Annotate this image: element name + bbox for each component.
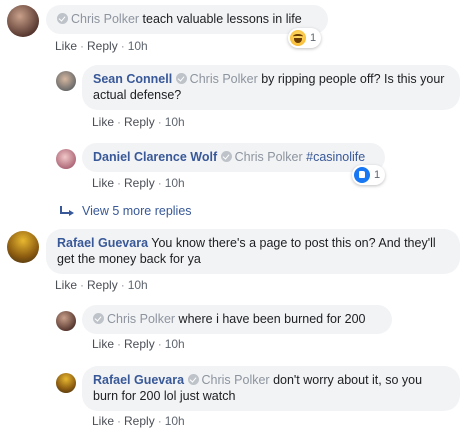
comment-actions: Like · Reply · 10h (55, 39, 148, 53)
tag-icon (220, 151, 232, 162)
tag-icon (93, 313, 104, 324)
separator: · (157, 115, 162, 129)
comment-bubble: Chris Polker where i have been burned fo… (82, 305, 392, 334)
like-link[interactable]: Like (92, 414, 114, 428)
like-link[interactable]: Like (55, 39, 77, 53)
mention-link[interactable]: Chris Polker (107, 312, 175, 326)
timestamp[interactable]: 10h (128, 278, 148, 292)
like-link[interactable]: Like (92, 337, 114, 351)
mention-link[interactable]: Chris Polker (71, 12, 139, 26)
comment-bubble: Sean Connell Chris Polker by ripping peo… (82, 65, 460, 110)
reaction-count: 1 (310, 32, 317, 44)
comment-author[interactable]: Rafael Guevara (93, 373, 184, 387)
comment-actions: Like · Reply · 10h (92, 115, 185, 129)
view-more-replies-link[interactable]: View 5 more replies (60, 204, 192, 218)
comment-bubble: Rafael Guevara You know there's a page t… (46, 229, 460, 274)
separator: · (117, 176, 122, 190)
separator: · (117, 115, 122, 129)
mention-link[interactable]: Chris Polker (235, 150, 303, 164)
comment-author[interactable]: Daniel Clarence Wolf (93, 150, 217, 164)
comment-author[interactable]: Sean Connell (93, 72, 172, 86)
avatar[interactable] (56, 71, 76, 91)
reply-arrow-icon (60, 206, 74, 216)
comment-bubble: Chris Polker teach valuable lessons in l… (46, 5, 328, 34)
comment-actions: Like · Reply · 10h (92, 337, 185, 351)
like-link[interactable]: Like (55, 278, 77, 292)
timestamp[interactable]: 10h (165, 414, 185, 428)
reaction-badge[interactable]: 1 (352, 165, 386, 185)
comment-text: where i have been burned for 200 (175, 312, 366, 326)
avatar[interactable] (56, 149, 76, 169)
tag-icon (187, 374, 199, 385)
tag-icon (57, 13, 68, 24)
separator: · (157, 337, 162, 351)
mention-link[interactable]: Chris Polker (202, 373, 270, 387)
separator: · (80, 278, 85, 292)
comment-actions: Like · Reply · 10h (92, 176, 185, 190)
reply-link[interactable]: Reply (124, 337, 155, 351)
avatar[interactable] (7, 5, 39, 37)
reply-link[interactable]: Reply (124, 115, 155, 129)
reply-link[interactable]: Reply (124, 176, 155, 190)
timestamp[interactable]: 10h (165, 176, 185, 190)
reaction-badge[interactable]: 1 (288, 28, 322, 48)
comment-text: teach valuable lessons in life (139, 12, 302, 26)
separator: · (120, 278, 125, 292)
separator: · (117, 337, 122, 351)
separator: · (157, 414, 162, 428)
reply-link[interactable]: Reply (87, 39, 118, 53)
comment-bubble: Rafael Guevara Chris Polker don't worry … (82, 366, 460, 411)
like-reaction-icon (354, 167, 370, 183)
timestamp[interactable]: 10h (128, 39, 148, 53)
comment-bubble: Daniel Clarence Wolf Chris Polker #casin… (82, 143, 385, 172)
like-link[interactable]: Like (92, 176, 114, 190)
mention-link[interactable]: Chris Polker (190, 72, 258, 86)
reaction-count: 1 (374, 169, 381, 181)
view-more-replies-label[interactable]: View 5 more replies (82, 204, 192, 218)
separator: · (80, 39, 85, 53)
tag-icon (175, 73, 187, 84)
hashtag-link[interactable]: #casinolife (303, 150, 365, 164)
reply-link[interactable]: Reply (124, 414, 155, 428)
avatar[interactable] (56, 373, 76, 393)
separator: · (157, 176, 162, 190)
comment-actions: Like · Reply · 10h (92, 414, 185, 428)
reply-link[interactable]: Reply (87, 278, 118, 292)
like-link[interactable]: Like (92, 115, 114, 129)
separator: · (117, 414, 122, 428)
avatar[interactable] (56, 311, 76, 331)
timestamp[interactable]: 10h (165, 115, 185, 129)
timestamp[interactable]: 10h (165, 337, 185, 351)
avatar[interactable] (7, 231, 39, 263)
separator: · (120, 39, 125, 53)
comment-actions: Like · Reply · 10h (55, 278, 148, 292)
comment-author[interactable]: Rafael Guevara (57, 236, 148, 250)
haha-reaction-icon (290, 30, 306, 46)
